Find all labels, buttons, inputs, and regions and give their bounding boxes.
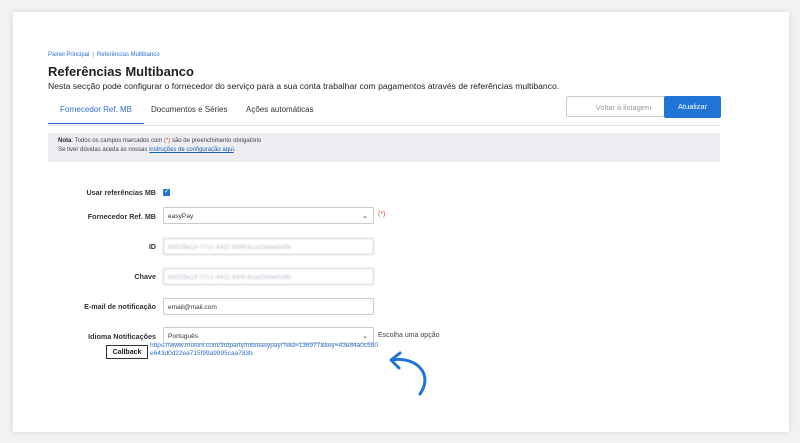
page-title: Referências Multibanco [48,64,194,79]
tab-provider[interactable]: Fornecedor Ref. MB [48,100,144,124]
page-description: Nesta secção pode configurar o fornecedo… [48,81,560,91]
info-note: Nota: Todos os campos marcados com (*) s… [48,133,720,162]
note-help-end: . [233,147,236,153]
tab-automatic-actions[interactable]: Ações automáticas [246,100,314,125]
breadcrumb: Painel Principal | Referências Multibanco [48,52,160,58]
update-button[interactable]: Atualizar [664,96,721,118]
key-field[interactable]: b3519a13-77c1-4411-834f-6ca10dae8e9b [163,268,374,285]
use-mb-label: Usar referências MB [86,188,156,197]
breadcrumb-separator: | [92,52,94,58]
provider-required-marker: (*) [378,211,386,218]
config-instructions-link[interactable]: instruções de configuração aqui [149,147,234,153]
tabs-divider [48,125,720,126]
breadcrumb-current[interactable]: Referências Multibanco [97,52,160,58]
note-text-end: são de preenchimento obrigatório [170,138,262,144]
note-help-text: Se tiver dúvidas aceda às nossas [58,147,150,153]
provider-select[interactable]: easyPay ⌄ [163,207,374,224]
check-icon: ✓ [163,189,170,195]
note-required-line: Nota: Todos os campos marcados com (*) s… [58,137,720,146]
id-field[interactable]: b3519a13-77c1-4411-834f-6ca10dae8e9b [163,238,374,255]
provider-label: Fornecedor Ref. MB [87,212,156,221]
key-label: Chave [134,272,156,281]
callback-button[interactable]: Callback [106,345,148,359]
notification-email-field[interactable]: email@mail.com [163,298,374,315]
breadcrumb-home-link[interactable]: Painel Principal [48,52,89,58]
use-mb-checkbox[interactable]: ✓ [163,189,170,196]
email-label: E-mail de notificação [84,302,156,311]
language-select-value: Português [168,333,199,340]
note-help-line: Se tiver dúvidas aceda às nossas instruç… [58,146,720,155]
provider-select-value: easyPay [168,213,194,220]
curved-arrow-icon [389,351,427,396]
chevron-down-icon: ⌄ [362,213,368,220]
note-text: : Todos os campos marcados com [71,138,164,144]
id-label: ID [148,242,156,251]
note-prefix: Nota [58,138,72,144]
tab-documents-series[interactable]: Documentos e Séries [151,100,227,125]
language-hint: Escolha uma opção [378,332,440,339]
language-label: Idioma Notificações [88,332,156,341]
callback-url[interactable]: https://www.moloni.com/3rdparty/mb/easyp… [150,342,380,358]
